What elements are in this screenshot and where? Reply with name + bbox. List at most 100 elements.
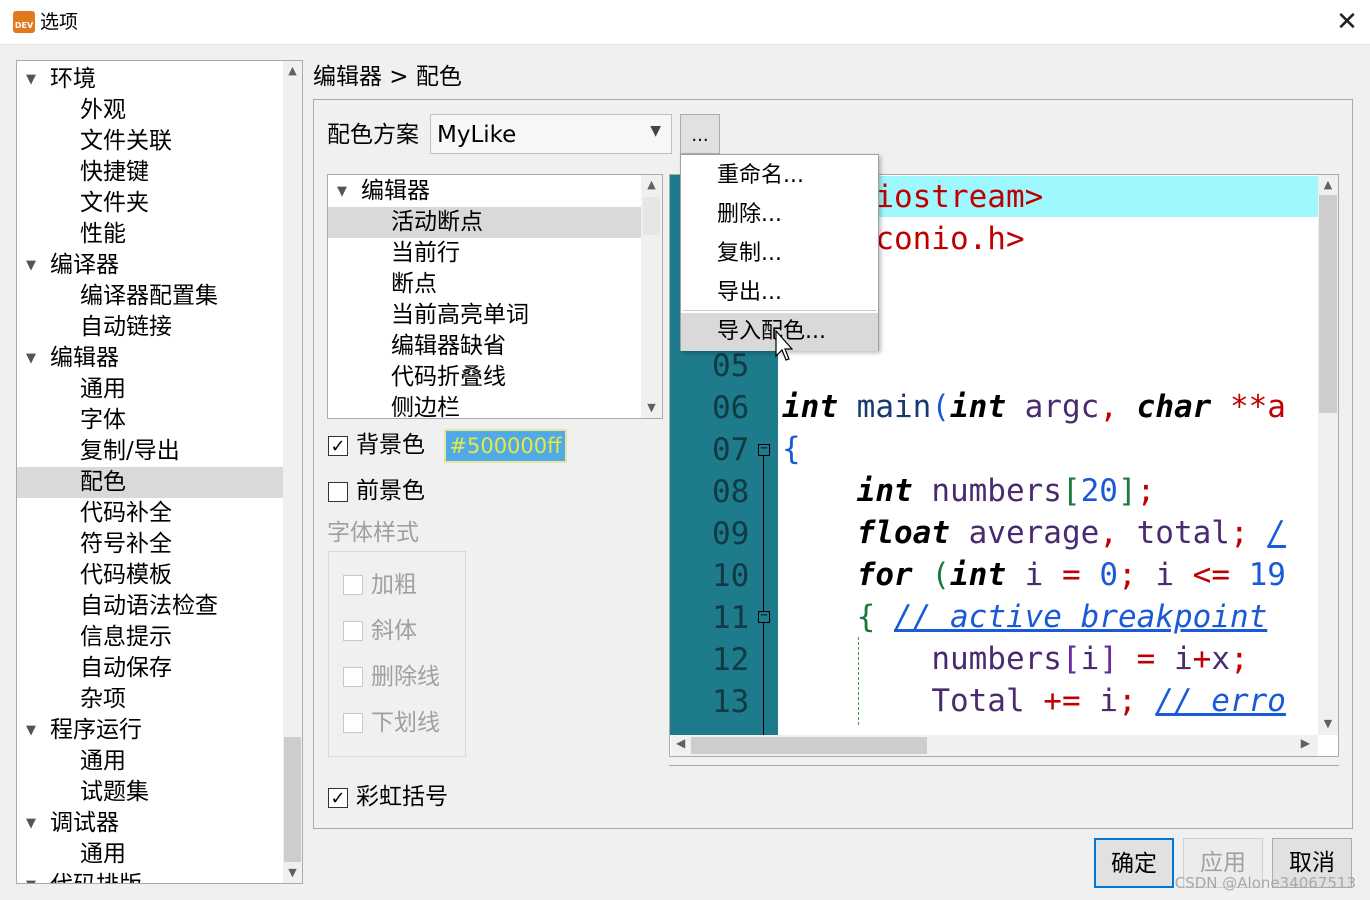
color-item[interactable]: 当前高亮单词: [328, 300, 641, 331]
chevron-down-icon: ▼: [650, 123, 661, 139]
bold-checkbox[interactable]: [343, 575, 363, 595]
background-color-checkbox[interactable]: ✓: [328, 436, 348, 456]
foreground-color-label: 前景色: [356, 478, 425, 504]
nav-tree-item[interactable]: 外观: [17, 95, 283, 126]
nav-tree-item[interactable]: 信息提示: [17, 622, 283, 653]
nav-tree-item-label: 自动语法检查: [80, 593, 218, 619]
nav-tree-item[interactable]: ▼ 调试器: [17, 808, 283, 839]
color-item[interactable]: 代码折叠线: [328, 362, 641, 393]
scheme-menu-item[interactable]: 复制...: [681, 235, 878, 273]
nav-tree-item[interactable]: 通用: [17, 839, 283, 870]
italic-checkbox[interactable]: [343, 621, 363, 641]
nav-tree-item[interactable]: 通用: [17, 374, 283, 405]
nav-tree-item[interactable]: ▼ 环境: [17, 64, 283, 95]
code-token: main: [838, 389, 932, 425]
scroll-right-arrow-icon[interactable]: ▶: [1301, 736, 1310, 750]
scroll-thumb[interactable]: [643, 197, 660, 235]
nav-tree-item[interactable]: 字体: [17, 405, 283, 436]
nav-tree-item[interactable]: 性能: [17, 219, 283, 250]
line-number: 13: [712, 684, 750, 720]
underline-checkbox[interactable]: [343, 713, 363, 733]
color-item[interactable]: 侧边栏: [328, 393, 641, 418]
nav-tree-item[interactable]: 代码模板: [17, 560, 283, 591]
color-item[interactable]: 活动断点: [328, 207, 641, 238]
ok-button[interactable]: 确定: [1094, 838, 1174, 888]
nav-tree-item[interactable]: 快捷键: [17, 157, 283, 188]
nav-tree-item-label: 编辑器: [50, 345, 119, 371]
nav-tree-item[interactable]: 自动语法检查: [17, 591, 283, 622]
expand-arrow-icon[interactable]: ▼: [26, 870, 36, 883]
scroll-left-arrow-icon[interactable]: ◀: [676, 736, 685, 750]
color-list-scrollbar[interactable]: ▲ ▼: [641, 175, 662, 418]
scroll-down-arrow-icon[interactable]: ▼: [641, 401, 662, 414]
preview-vertical-scrollbar[interactable]: ▲ ▼: [1318, 175, 1338, 735]
color-item[interactable]: 断点: [328, 269, 641, 300]
scheme-menu-item[interactable]: 重命名...: [681, 157, 878, 195]
nav-tree-item-label: 杂项: [80, 686, 126, 712]
strikeout-checkbox[interactable]: [343, 667, 363, 687]
code-token: =: [1117, 641, 1174, 677]
expand-arrow-icon[interactable]: ▼: [26, 250, 36, 281]
nav-tree-item[interactable]: ▼ 编译器: [17, 250, 283, 281]
code-line: {: [782, 428, 801, 470]
nav-tree-item[interactable]: ▼ 代码排版: [17, 870, 283, 883]
nav-tree-item[interactable]: 代码补全: [17, 498, 283, 529]
close-icon[interactable]: ✕: [1324, 0, 1370, 45]
nav-tree-item[interactable]: 试题集: [17, 777, 283, 808]
color-item[interactable]: 当前行: [328, 238, 641, 269]
rainbow-brackets-checkbox[interactable]: ✓: [328, 788, 348, 808]
nav-tree-item[interactable]: 自动链接: [17, 312, 283, 343]
scheme-menu-item[interactable]: 导出...: [681, 274, 878, 312]
nav-tree-item-label: 外观: [80, 97, 126, 123]
nav-tree-item[interactable]: 复制/导出: [17, 436, 283, 467]
scroll-thumb[interactable]: [284, 737, 301, 862]
nav-tree-item[interactable]: 文件关联: [17, 126, 283, 157]
fold-collapse-icon[interactable]: −: [758, 444, 770, 456]
scroll-up-arrow-icon[interactable]: ▲: [1318, 178, 1338, 191]
nav-tree-item[interactable]: ▼ 编辑器: [17, 343, 283, 374]
color-item[interactable]: 编辑器缺省: [328, 331, 641, 362]
scheme-menu-item[interactable]: 删除...: [681, 196, 878, 234]
nav-tree-item[interactable]: 自动保存: [17, 653, 283, 684]
fold-line: [763, 455, 764, 735]
nav-tree-item[interactable]: 符号补全: [17, 529, 283, 560]
foreground-color-checkbox[interactable]: [328, 482, 348, 502]
code-token: ,: [1099, 389, 1137, 425]
color-item[interactable]: ▼ 编辑器: [328, 176, 641, 207]
scroll-thumb[interactable]: [1319, 195, 1337, 413]
scroll-thumb[interactable]: [691, 737, 927, 754]
nav-tree-scrollbar[interactable]: ▲ ▼: [283, 61, 302, 883]
line-number: 05: [712, 348, 750, 384]
expand-arrow-icon[interactable]: ▼: [26, 808, 36, 839]
code-token: ;: [1229, 515, 1268, 551]
background-color-swatch[interactable]: #500000ff: [444, 429, 567, 463]
code-token: <conio.h>: [856, 221, 1025, 257]
nav-tree-item[interactable]: ▼ 程序运行: [17, 715, 283, 746]
font-style-label: 字体样式: [327, 520, 419, 546]
preview-horizontal-scrollbar[interactable]: ◀ ▶: [671, 735, 1318, 756]
expand-arrow-icon[interactable]: ▼: [26, 343, 36, 374]
nav-tree-item[interactable]: 文件夹: [17, 188, 283, 219]
nav-tree-item[interactable]: 杂项: [17, 684, 283, 715]
nav-tree-item[interactable]: 配色: [17, 467, 283, 498]
nav-tree-item-label: 环境: [50, 66, 96, 92]
expand-arrow-icon[interactable]: ▼: [337, 176, 347, 207]
page-breadcrumb: 编辑器 > 配色: [313, 64, 462, 90]
expand-arrow-icon[interactable]: ▼: [26, 715, 36, 746]
color-scheme-select[interactable]: MyLike ▼: [430, 114, 672, 154]
code-token: char: [1136, 389, 1212, 425]
nav-tree-item-label: 编译器: [50, 252, 119, 278]
scroll-up-arrow-icon[interactable]: ▲: [641, 178, 662, 191]
fold-collapse-icon[interactable]: −: [758, 611, 770, 623]
nav-tree-item[interactable]: 通用: [17, 746, 283, 777]
code-line: numbers[i] = i+x;: [782, 638, 1248, 680]
scheme-more-button[interactable]: ...: [680, 114, 720, 154]
nav-tree-item-label: 代码排版: [50, 870, 142, 883]
nav-tree-item[interactable]: 编译器配置集: [17, 281, 283, 312]
expand-arrow-icon[interactable]: ▼: [26, 64, 36, 95]
scroll-up-arrow-icon[interactable]: ▲: [283, 64, 302, 77]
scroll-down-arrow-icon[interactable]: ▼: [1318, 717, 1338, 730]
code-token: +=: [1024, 683, 1100, 719]
scroll-down-arrow-icon[interactable]: ▼: [283, 866, 302, 879]
